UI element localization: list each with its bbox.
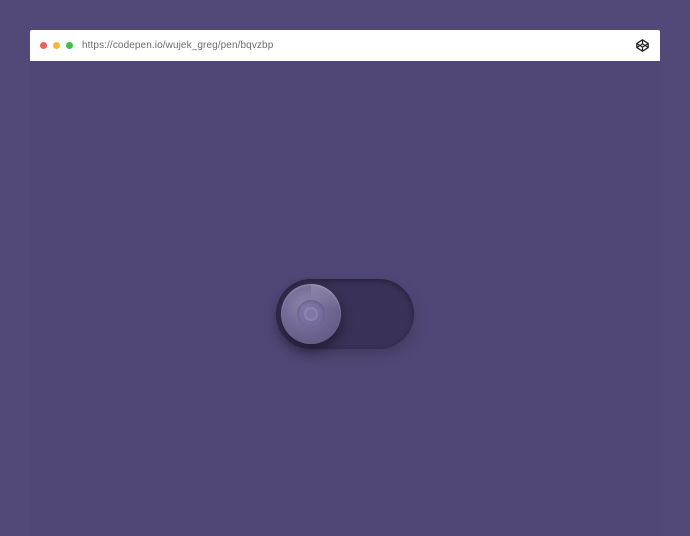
browser-toolbar: https://codepen.io/wujek_greg/pen/bqvzbp	[30, 30, 660, 61]
page: https://codepen.io/wujek_greg/pen/bqvzbp	[0, 0, 690, 536]
knob-center	[306, 309, 316, 319]
codepen-icon[interactable]	[636, 39, 649, 52]
pen-preview-area	[30, 61, 660, 536]
address-bar-url[interactable]: https://codepen.io/wujek_greg/pen/bqvzbp	[82, 40, 273, 51]
browser-window: https://codepen.io/wujek_greg/pen/bqvzbp	[30, 30, 660, 536]
minimize-window-button[interactable]	[53, 42, 60, 49]
window-controls	[40, 42, 73, 49]
close-window-button[interactable]	[40, 42, 47, 49]
toggle-switch[interactable]	[276, 279, 414, 349]
maximize-window-button[interactable]	[66, 42, 73, 49]
toggle-knob[interactable]	[281, 284, 341, 344]
